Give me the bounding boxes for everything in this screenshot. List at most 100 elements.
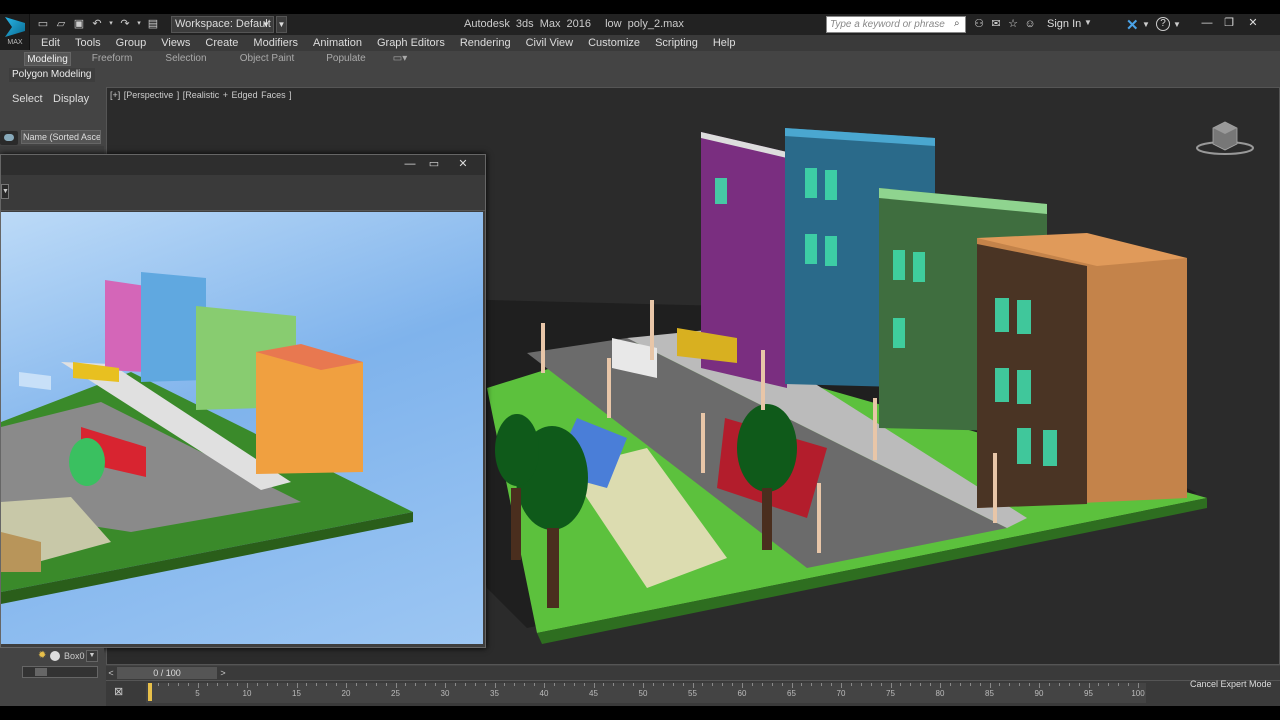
menu-civil-view[interactable]: Civil View (526, 37, 573, 49)
track-bar[interactable]: ⊠ 5 10 15 20 25 30 35 40 45 50 55 60 65 70 75 80 85 90 95 1… (106, 680, 1280, 706)
display-menu[interactable]: Display (53, 93, 89, 105)
tab-selection[interactable]: Selection (160, 52, 212, 66)
user-icon[interactable]: ☺ (1023, 17, 1037, 31)
timeline-ruler[interactable]: 5 10 15 20 25 30 35 40 45 50 55 60 65 70 75 80 85 90 95 100 (146, 683, 1146, 703)
open-folder-icon[interactable]: ▱ (54, 17, 68, 31)
scene-explorer-row[interactable] (0, 146, 104, 154)
scene-explorer-scrollbar[interactable] (22, 666, 98, 678)
timeline-tick-label: 50 (638, 689, 648, 698)
menu-help[interactable]: Help (713, 37, 736, 49)
sphere-icon[interactable] (50, 651, 60, 661)
timeline-tick-label: 55 (688, 689, 697, 698)
menu-modifiers[interactable]: Modifiers (253, 37, 298, 49)
timeline-tick (1108, 683, 1110, 686)
sign-in-link[interactable]: Sign In (1047, 18, 1081, 30)
timeline-tick (563, 683, 565, 686)
timeline-tick (910, 683, 912, 686)
tab-object-paint[interactable]: Object Paint (234, 52, 300, 66)
timeline-tick (286, 683, 288, 686)
exchange-chevron-icon[interactable]: ▼ (1142, 20, 1150, 29)
render-area-dropdown[interactable]: ▼ (1, 184, 9, 199)
timeline-tick (732, 683, 734, 686)
timeline-tick (375, 683, 377, 686)
timeline-tick (1138, 683, 1139, 688)
render-window-restore-icon[interactable]: ▭ (425, 157, 443, 171)
timeline-tick (682, 683, 684, 686)
search-icon[interactable]: ⌕ (954, 18, 964, 31)
render-window-toolbar: ▼ (1, 175, 485, 211)
tab-modeling[interactable]: Modeling (24, 52, 71, 66)
mini-curve-editor-icon[interactable]: ⊠ (114, 685, 128, 699)
timeline-tick (920, 683, 922, 686)
tab-freeform[interactable]: Freeform (86, 52, 138, 66)
workspace-menu-button[interactable]: ▼ (276, 16, 287, 33)
timeline-tick (1068, 683, 1070, 686)
sign-in-chevron-icon[interactable]: ▼ (1084, 18, 1092, 27)
render-window-close-icon[interactable]: ✕ (454, 157, 472, 171)
menu-scripting[interactable]: Scripting (655, 37, 698, 49)
timeline-tick (999, 683, 1001, 686)
menu-rendering[interactable]: Rendering (460, 37, 511, 49)
undo-dropdown-icon[interactable]: ▾ (108, 17, 114, 31)
search-input[interactable]: Type a keyword or phrase (826, 16, 966, 33)
cancel-expert-mode-button[interactable]: Cancel Expert Mode (1190, 679, 1272, 689)
timeline-tick (167, 683, 169, 686)
eye-icon[interactable] (0, 131, 18, 145)
save-icon[interactable]: ▣ (72, 17, 86, 31)
time-slider[interactable]: < 0 / 100 > (106, 666, 1280, 680)
timeline-tick (395, 683, 397, 688)
timeline-tick (969, 683, 971, 686)
redo-dropdown-icon[interactable]: ▾ (136, 17, 142, 31)
help-chevron-icon[interactable]: ▼ (1173, 20, 1181, 29)
app-logo-button[interactable]: MAX (0, 14, 30, 50)
render-window-minimize-icon[interactable]: — (401, 157, 419, 171)
ribbon-options-icon[interactable]: ▭▾ (388, 52, 412, 66)
undo-icon[interactable]: ↶ (90, 17, 104, 31)
timeline-tick (722, 683, 724, 686)
project-folder-icon[interactable]: ▤ (146, 17, 160, 31)
communication-center-icon[interactable]: ✉ (989, 17, 1003, 31)
menu-edit[interactable]: Edit (41, 37, 60, 49)
menu-group[interactable]: Group (116, 37, 147, 49)
frame-readout[interactable]: 0 / 100 (117, 667, 217, 679)
tab-populate[interactable]: Populate (322, 52, 370, 66)
timeline-tick (930, 683, 932, 686)
timeline-tick (811, 683, 813, 686)
new-file-icon[interactable]: ▭ (36, 17, 50, 31)
redo-icon[interactable]: ↷ (118, 17, 132, 31)
select-menu[interactable]: Select (12, 93, 43, 105)
menu-views[interactable]: Views (161, 37, 190, 49)
next-frame-icon[interactable]: > (218, 666, 228, 680)
exchange-apps-icon[interactable]: ✕ (1126, 16, 1139, 34)
timeline-tick (157, 683, 159, 686)
workspace-dropdown[interactable]: Workspace: Default ▼ (171, 16, 274, 33)
menu-customize[interactable]: Customize (588, 37, 640, 49)
previous-frame-icon[interactable]: < (106, 666, 116, 680)
name-column-header[interactable]: Name (Sorted Ascer (21, 130, 101, 144)
menu-graph-editors[interactable]: Graph Editors (377, 37, 445, 49)
restore-icon[interactable]: ❐ (1220, 15, 1238, 31)
timeline-tick (524, 683, 526, 686)
timeline-tick-label: 85 (985, 689, 994, 698)
light-bulb-icon[interactable]: ✹ (38, 650, 46, 661)
scroll-thumb[interactable] (35, 668, 47, 676)
timeline-tick (544, 683, 545, 688)
close-icon[interactable]: ✕ (1244, 15, 1262, 31)
binoculars-icon[interactable]: ⚇ (972, 17, 986, 31)
menu-animation[interactable]: Animation (313, 37, 362, 49)
timeline-tick (742, 683, 743, 688)
render-frame-window[interactable]: — ▭ ✕ ▼ (0, 154, 486, 648)
favorites-star-icon[interactable]: ☆ (1006, 17, 1020, 31)
polygon-modeling-panel[interactable]: Polygon Modeling (9, 68, 95, 82)
help-icon[interactable]: ? (1156, 17, 1170, 31)
timeline-tick (415, 683, 417, 686)
timeline-tick (266, 683, 268, 686)
object-name[interactable]: Box0 (64, 651, 85, 661)
menu-create[interactable]: Create (205, 37, 238, 49)
timeline-tick (781, 683, 783, 686)
menu-tools[interactable]: Tools (75, 37, 101, 49)
time-cursor[interactable] (148, 683, 152, 701)
minimize-icon[interactable]: — (1198, 15, 1216, 31)
timeline-tick (761, 683, 763, 686)
object-dropdown-icon[interactable]: ▼ (86, 650, 98, 662)
